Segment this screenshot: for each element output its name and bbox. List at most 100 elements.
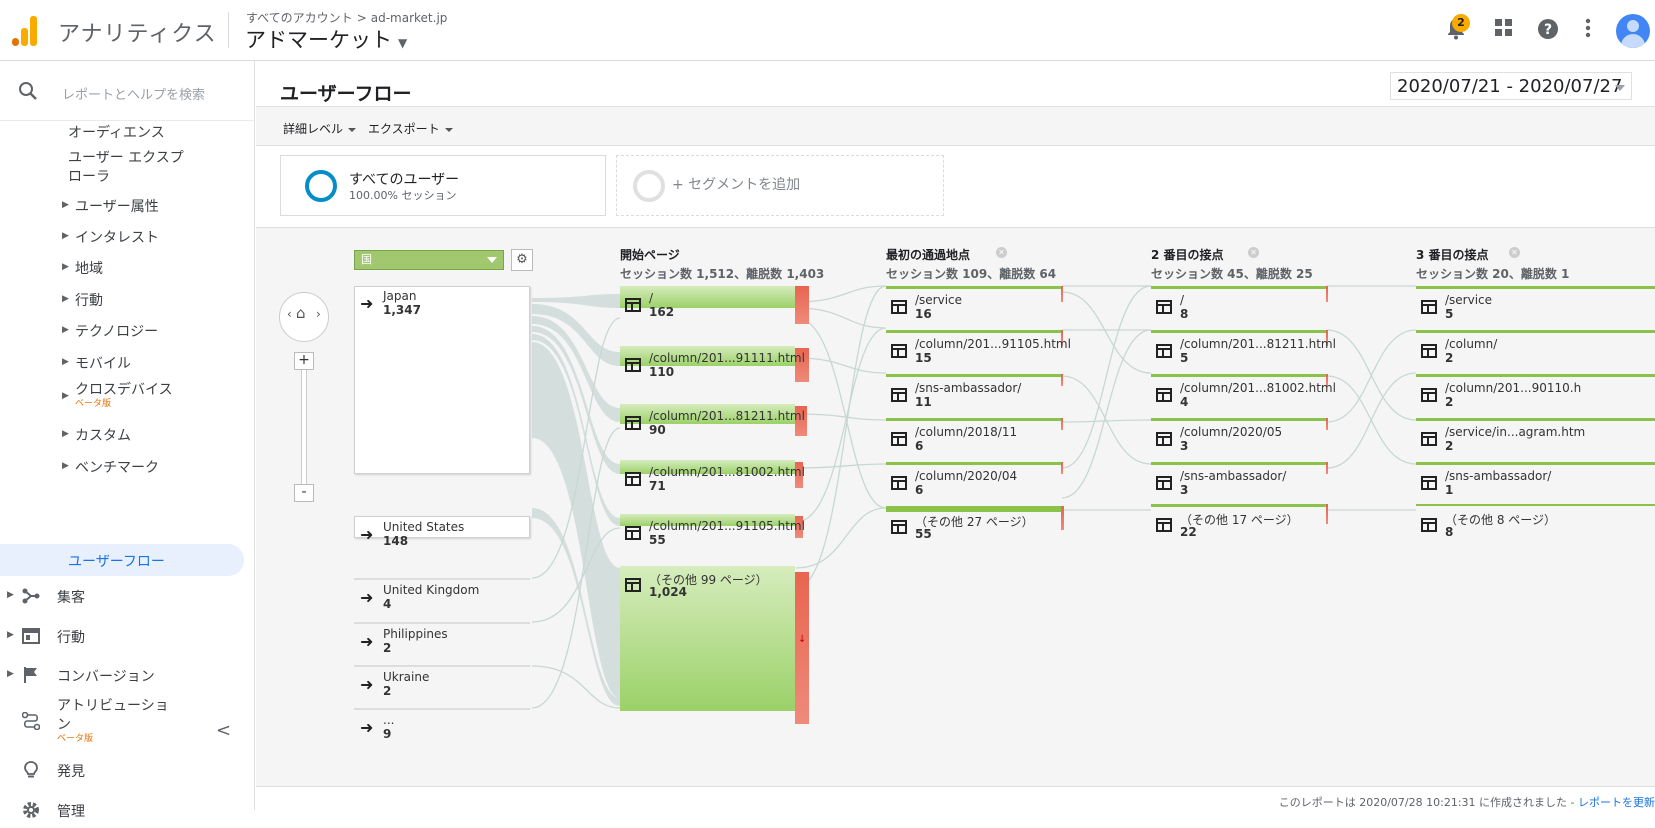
zoom-in-button[interactable]: + (294, 352, 314, 370)
sidebar-item-discover[interactable]: 発見 (0, 752, 254, 788)
home-icon[interactable]: ⌂ (296, 304, 306, 322)
page-node[interactable]: （その他 27 ページ） 55 (886, 510, 1061, 544)
page-node[interactable]: /8 (1151, 290, 1326, 324)
page-node[interactable]: /column/2018/11 6 (886, 422, 1061, 456)
sidebar-search[interactable]: レポートとヘルプを検索 (0, 61, 254, 121)
country-node[interactable]: ➜ United States 148 (354, 517, 530, 557)
page-value: 2 (1445, 395, 1454, 409)
behavior-icon (22, 628, 40, 644)
zoom-out-button[interactable]: - (294, 484, 314, 502)
sidebar-item-user-explorer[interactable]: ユーザー エクスプ ローラ (68, 149, 184, 187)
refresh-report-link[interactable]: レポートを更新 (1578, 796, 1655, 809)
page-node-bar (1151, 330, 1326, 333)
page-node[interactable]: /column/2020/05 3 (1151, 422, 1326, 456)
country-node[interactable]: ➜ United Kingdom 4 (354, 580, 530, 620)
page-node[interactable]: /column/201...91105.html 55 (620, 516, 805, 550)
date-range-value: 2020/07/21 - 2020/07/27 (1397, 76, 1623, 97)
segment-share: 100.00% セッション (349, 189, 457, 202)
dropoff-bar[interactable] (1326, 286, 1328, 302)
sidebar-item-audience[interactable]: オーディエンス (68, 124, 165, 143)
dropoff-bar[interactable] (1061, 418, 1063, 430)
segment-ring-icon (305, 170, 337, 202)
property-selector[interactable]: アドマーケット ▼ (245, 24, 407, 54)
pan-right-icon[interactable]: › (316, 307, 321, 321)
search-input[interactable]: レポートとヘルプを検索 (62, 84, 205, 103)
attribution-icon (22, 712, 40, 730)
user-flow-chart[interactable]: ‹ ⌂ › + - 国 ⚙ ➜ Japan 1,347 ➜ United States… (256, 227, 1655, 787)
analytics-logo[interactable] (10, 14, 40, 46)
dropoff-bar[interactable] (1061, 286, 1063, 302)
sidebar-item-label: モバイル (75, 356, 131, 372)
account-avatar[interactable] (1616, 14, 1650, 48)
add-segment-button[interactable]: + セグメントを追加 (616, 155, 944, 216)
close-icon[interactable]: ✕ (1509, 247, 1520, 258)
country-value: 9 (383, 727, 392, 741)
page-node[interactable]: /column/201...81211.html 90 (620, 406, 805, 440)
dimension-select[interactable]: 国 (354, 250, 504, 270)
page-node[interactable]: /sns-ambassador/3 (1151, 466, 1326, 500)
page-node[interactable]: /service 16 (886, 290, 1061, 324)
column-title: 最初の通過地点 (886, 248, 971, 262)
breadcrumb-account[interactable]: すべてのアカウント (246, 11, 353, 25)
page-node[interactable]: /sns-ambassador/1 (1416, 466, 1655, 500)
page-value: 90 (649, 423, 666, 437)
page-node[interactable]: （その他 8 ページ） 8 (1416, 508, 1655, 542)
flow-settings-button[interactable]: ⚙ (511, 249, 533, 271)
zoom-slider[interactable] (301, 356, 307, 496)
dropoff-bar[interactable] (1061, 506, 1064, 530)
more-vert-icon[interactable] (1576, 18, 1600, 43)
country-node[interactable]: ➜ Ukraine 2 (354, 667, 530, 707)
help-icon[interactable]: ? (1536, 18, 1560, 45)
page-node[interactable]: （その他 17 ページ） 22 (1151, 508, 1326, 542)
page-node[interactable]: /column/201...81002.html 71 (620, 462, 805, 496)
pan-control[interactable]: ‹ ⌂ › (279, 292, 329, 342)
close-icon[interactable]: ✕ (996, 247, 1007, 258)
sidebar-item-acquisition[interactable]: ▶ 集客 (0, 578, 254, 614)
page-node[interactable]: /column/201...91105.html 15 (886, 334, 1071, 368)
report-content: ユーザーフロー 2020/07/21 - 2020/07/27 詳細レベル エク… (256, 61, 1655, 810)
sidebar-item-users-flow[interactable]: ユーザーフロー (0, 544, 244, 576)
dropoff-bar[interactable] (1326, 462, 1328, 474)
country-node[interactable]: ➜ Philippines 2 (354, 624, 530, 664)
acquisition-icon (22, 588, 40, 604)
close-icon[interactable]: ✕ (1248, 247, 1259, 258)
breadcrumb-property[interactable]: ad-market.jp (371, 11, 448, 25)
dropoff-bar[interactable] (1061, 374, 1063, 386)
gear-icon: ⚙ (516, 252, 528, 267)
page-node[interactable]: /162 (620, 288, 795, 322)
sidebar-item-conversion[interactable]: ▶ コンバージョン (0, 657, 254, 693)
page-node[interactable]: /column/2 (1416, 334, 1655, 368)
page-node[interactable]: /sns-ambassador/11 (886, 378, 1061, 412)
country-node[interactable]: ➜... 9 (354, 710, 530, 750)
page-node[interactable]: /service 5 (1416, 290, 1655, 324)
dropoff-bar[interactable] (795, 286, 809, 324)
page-node[interactable]: /column/201...81002.html 4 (1151, 378, 1336, 412)
page-node[interactable]: /service/in...agram.htm 2 (1416, 422, 1655, 456)
page-node[interactable]: /column/201...90110.h 2 (1416, 378, 1655, 412)
sidebar-item-label: アトリビューショ (57, 698, 169, 714)
date-range-picker[interactable]: 2020/07/21 - 2020/07/27 (1390, 72, 1632, 100)
expand-icon: ▶ (62, 231, 69, 241)
detail-level-button[interactable]: 詳細レベル (283, 120, 357, 137)
country-node[interactable]: ➜ Japan 1,347 (354, 286, 530, 326)
dropoff-bar[interactable]: ↓ (795, 572, 809, 724)
expand-icon: ▶ (62, 262, 69, 272)
apps-grid-icon[interactable] (1492, 18, 1516, 42)
segment-all-users[interactable]: すべてのユーザー 100.00% セッション (280, 155, 606, 216)
dropoff-bar[interactable] (1326, 418, 1328, 430)
export-button[interactable]: エクスポート (368, 120, 453, 137)
dropoff-bar[interactable] (1326, 504, 1328, 524)
page-node[interactable]: /column/201...91111.html 110 (620, 348, 805, 382)
page-value: 22 (1180, 525, 1197, 539)
page-node-bar (1416, 504, 1655, 506)
collapse-sidebar-button[interactable]: < (216, 720, 231, 741)
column-title: 2 番目の接点 (1151, 248, 1224, 262)
page-icon (625, 578, 641, 592)
page-node[interactable]: /column/2020/04 6 (886, 466, 1061, 500)
dropoff-bar[interactable] (1061, 462, 1063, 474)
pan-left-icon[interactable]: ‹ (287, 307, 292, 321)
page-node[interactable]: （その他 99 ページ） 1,024 (620, 568, 795, 602)
sidebar-item-behavior[interactable]: ▶ 行動 (0, 618, 254, 654)
page-node[interactable]: /column/201...81211.html 5 (1151, 334, 1336, 368)
sidebar-item-admin[interactable]: 管理 (0, 792, 254, 828)
